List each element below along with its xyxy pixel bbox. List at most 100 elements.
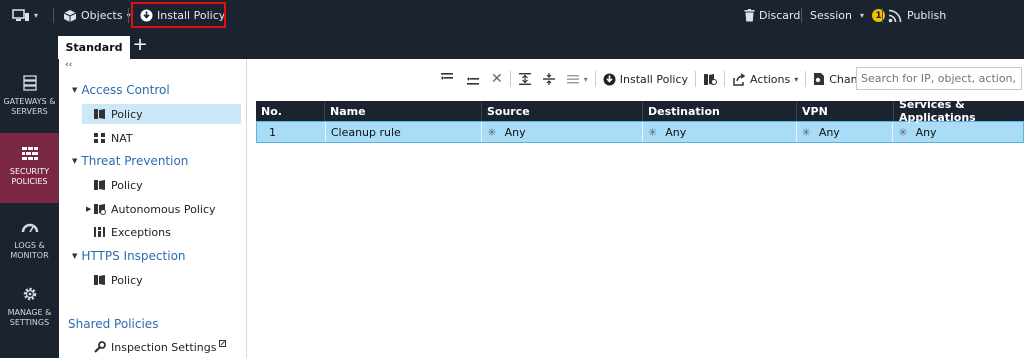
expand-arrow-icon: ▶: [86, 205, 92, 213]
table-row[interactable]: 1 Cleanup rule ✳ Any ✳ Any ✳ Any ✳ Any: [256, 121, 1024, 143]
close-icon: ✕: [491, 71, 503, 87]
wrench-icon: [94, 341, 106, 353]
divider: [695, 71, 697, 87]
policy-package-icon: [704, 73, 718, 85]
install-policy-icon: [603, 73, 616, 85]
column-header-services[interactable]: Services & Applications: [894, 98, 1024, 124]
section-label: HTTPS Inspection: [81, 249, 186, 263]
rule-destination[interactable]: ✳ Any: [643, 122, 797, 142]
shared-policies-link[interactable]: Shared Policies: [68, 317, 158, 331]
divider: [128, 8, 129, 23]
changes-icon: [814, 73, 825, 85]
external-link-icon: [219, 339, 227, 347]
install-policy-highlight: [131, 2, 226, 28]
autonomous-policy-icon: [94, 204, 106, 215]
expand-triangle-icon: ▼: [72, 157, 78, 165]
objects-menu-button[interactable]: Objects ▾: [63, 0, 131, 31]
tree-item-nat[interactable]: NAT: [82, 128, 241, 148]
tree-section-threat-prevention[interactable]: ▼ Threat Prevention: [72, 154, 188, 168]
discard-button[interactable]: Discard: [744, 0, 800, 31]
gauge-icon: [21, 223, 38, 233]
any-icon: ✳: [801, 125, 811, 139]
divider: [805, 71, 807, 87]
toolbar-install-policy-button[interactable]: Install Policy: [598, 68, 693, 90]
list-icon: [566, 75, 579, 84]
firewall-icon: [21, 147, 38, 160]
rules-table: No. Name Source Destination VPN Services…: [256, 98, 1024, 143]
add-rule-below-icon: [467, 77, 479, 85]
discard-label: Discard: [759, 9, 801, 22]
expand-triangle-icon: ▼: [72, 252, 78, 260]
chevron-down-icon: ▾: [34, 11, 39, 20]
divider: [53, 8, 54, 23]
collapse-icon: [542, 73, 555, 85]
nat-icon: [94, 133, 105, 143]
nav-label: GATEWAYS & SERVERS: [3, 97, 56, 116]
nav-manage-settings[interactable]: MANAGE & SETTINGS: [0, 274, 59, 344]
nav-label: MANAGE & SETTINGS: [7, 308, 52, 327]
app-menu-button[interactable]: ▾: [12, 0, 38, 31]
actions-menu-button[interactable]: Actions ▾: [727, 68, 803, 90]
collapse-sections-button[interactable]: [537, 68, 561, 90]
column-header-name[interactable]: Name: [325, 101, 482, 121]
tab-standard[interactable]: Standard: [58, 36, 130, 59]
policy-icon: [94, 275, 105, 285]
session-menu-button[interactable]: Session ▾ 1: [810, 0, 885, 31]
search-input[interactable]: [856, 67, 1022, 90]
expand-triangle-icon: ▼: [72, 86, 78, 94]
nav-label: SECURITY POLICIES: [9, 167, 50, 186]
add-rule-above-icon: [441, 73, 453, 80]
rule-name[interactable]: Cleanup rule: [326, 122, 483, 142]
divider: [724, 71, 726, 87]
chevron-down-icon: ▾: [583, 74, 588, 84]
nav-logs-monitor[interactable]: LOGS & MONITOR: [0, 207, 59, 277]
add-rule-below-button[interactable]: [460, 68, 486, 90]
add-tab-button[interactable]: +: [132, 36, 148, 56]
nav-label: LOGS & MONITOR: [10, 241, 49, 260]
add-rule-above-button[interactable]: [434, 68, 460, 90]
table-header: No. Name Source Destination VPN Services…: [256, 98, 1024, 124]
collapse-panel-button[interactable]: ‹‹: [65, 60, 72, 70]
tree-section-access-control[interactable]: ▼ Access Control: [72, 83, 170, 97]
expand-sections-button[interactable]: [513, 68, 537, 90]
expand-icon: [518, 73, 531, 85]
tree-item-autonomous-policy[interactable]: ▶ Autonomous Policy: [82, 199, 241, 219]
tree-item-exceptions[interactable]: Exceptions: [82, 222, 241, 242]
exceptions-icon: [94, 227, 105, 237]
nav-gateways-servers[interactable]: GATEWAYS & SERVERS: [0, 63, 59, 133]
rulebase-toolbar: ✕ ▾ Install Policy Actions ▾ Changes...: [434, 68, 893, 90]
tree-section-https-inspection[interactable]: ▼ HTTPS Inspection: [72, 249, 186, 263]
publish-label: Publish: [907, 9, 947, 22]
divider: [594, 71, 596, 87]
rule-vpn[interactable]: ✳ Any: [797, 122, 894, 142]
divider: [882, 8, 883, 23]
publish-button[interactable]: Publish: [888, 0, 946, 31]
divider: [509, 71, 511, 87]
policy-packages-button[interactable]: [698, 68, 722, 90]
column-header-no[interactable]: No.: [256, 101, 325, 121]
nav-security-policies[interactable]: SECURITY POLICIES: [0, 133, 59, 203]
cube-icon: [63, 9, 77, 22]
column-header-source[interactable]: Source: [482, 101, 643, 121]
rule-source[interactable]: ✳ Any: [482, 122, 643, 142]
rule-number: 1: [257, 122, 326, 142]
tree-item-inspection-settings[interactable]: Inspection Settings: [82, 337, 241, 357]
rule-services[interactable]: ✳ Any: [893, 122, 1023, 142]
share-icon: [733, 72, 746, 86]
column-header-destination[interactable]: Destination: [643, 101, 797, 121]
tree-item-threat-policy[interactable]: Policy: [82, 175, 241, 195]
column-header-vpn[interactable]: VPN: [797, 101, 894, 121]
delete-rule-button[interactable]: ✕: [486, 68, 508, 90]
section-label: Access Control: [81, 83, 170, 97]
policy-icon: [94, 109, 105, 119]
objects-label: Objects: [81, 9, 123, 22]
divider: [801, 8, 802, 23]
any-icon: ✳: [898, 125, 908, 139]
publish-icon: [888, 9, 902, 22]
any-icon: ✳: [648, 125, 658, 139]
tree-item-access-policy[interactable]: Policy: [82, 104, 241, 124]
tree-item-https-policy[interactable]: Policy: [82, 270, 241, 290]
view-options-button[interactable]: ▾: [561, 68, 593, 90]
tab-strip: [0, 31, 1024, 59]
chevron-down-icon: ▾: [794, 74, 799, 84]
